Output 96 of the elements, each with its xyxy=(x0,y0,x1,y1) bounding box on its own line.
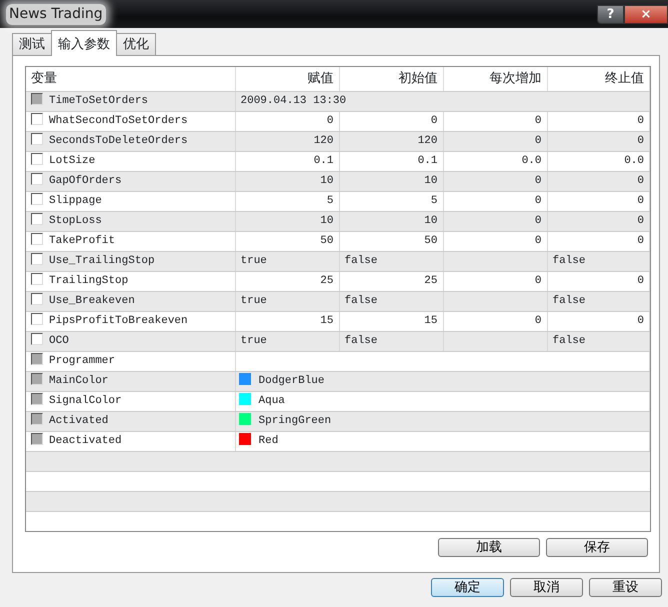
table-cell: 5 xyxy=(430,194,438,207)
table-cell: 0 xyxy=(534,314,542,327)
help-button[interactable]: ? xyxy=(597,4,624,24)
close-button[interactable]: × xyxy=(624,4,668,24)
table-cell: 25 xyxy=(320,274,334,287)
table-cell: 0 xyxy=(637,114,644,127)
table-cell: 0 xyxy=(534,194,542,207)
table-cell: 50 xyxy=(424,234,438,247)
checkbox[interactable] xyxy=(31,152,43,165)
table-cell: 120 xyxy=(314,134,334,147)
parameter-name: Slippage xyxy=(49,194,102,207)
parameter-name: LotSize xyxy=(49,154,96,167)
table-cell: 0 xyxy=(534,134,542,147)
table-cell: 0 xyxy=(637,214,644,227)
table-cell: 0 xyxy=(534,114,542,127)
checkbox[interactable] xyxy=(31,332,43,345)
column-header[interactable]: 初始值 xyxy=(398,71,438,86)
parameter-name: StopLoss xyxy=(49,214,102,227)
checkbox[interactable] xyxy=(31,212,43,225)
table-cell: 0 xyxy=(430,114,438,127)
table-cell: 5 xyxy=(326,194,334,207)
parameter-name: TakeProfit xyxy=(49,234,116,247)
table-cell: true xyxy=(240,254,267,267)
table-cell: 0 xyxy=(637,134,644,147)
parameter-name: Use_Breakeven xyxy=(49,294,135,307)
table-cell: Red xyxy=(258,434,278,447)
column-header[interactable]: 赋值 xyxy=(308,71,334,86)
checkbox[interactable] xyxy=(31,292,43,305)
table-cell: false xyxy=(344,334,378,347)
table-cell: 15 xyxy=(424,314,438,327)
parameter-name: TimeToSetOrders xyxy=(49,94,148,107)
table-cell: 10 xyxy=(424,174,438,187)
table-cell: 25 xyxy=(424,274,438,287)
table-cell: DodgerBlue xyxy=(258,374,325,387)
parameter-name: Use_TrailingStop xyxy=(49,254,155,267)
parameter-name: Deactivated xyxy=(49,434,122,447)
table-cell: 0 xyxy=(534,214,542,227)
parameter-name: SecondsToDeleteOrders xyxy=(49,134,188,147)
table-cell: 0.0 xyxy=(522,154,542,167)
table-cell: true xyxy=(240,334,267,347)
save-button[interactable]: 保存 xyxy=(546,538,648,557)
cancel-button[interactable]: 取消 xyxy=(510,578,583,597)
parameter-name: Programmer xyxy=(49,354,116,367)
table-cell: SpringGreen xyxy=(258,414,332,427)
table-cell: Aqua xyxy=(258,394,285,407)
checkbox[interactable] xyxy=(31,252,43,265)
parameter-name: MainColor xyxy=(49,374,108,387)
reset-button[interactable]: 重设 xyxy=(589,578,662,597)
ok-button[interactable]: 确定 xyxy=(431,578,504,597)
checkbox[interactable] xyxy=(31,232,43,245)
parameter-name: SignalColor xyxy=(49,394,122,407)
checkbox[interactable] xyxy=(31,132,43,145)
checkbox[interactable] xyxy=(31,172,43,185)
table-cell: 0.1 xyxy=(314,154,334,167)
tab[interactable]: 测试 xyxy=(12,32,52,55)
parameter-name: Activated xyxy=(49,414,108,427)
table-cell: 0 xyxy=(534,234,542,247)
parameter-name: OCO xyxy=(49,334,69,347)
parameter-name: PipsProfitToBreakeven xyxy=(49,314,188,327)
tab[interactable]: 输入参数 xyxy=(51,30,117,56)
table-cell: 0 xyxy=(637,314,644,327)
table-cell: 0 xyxy=(637,194,644,207)
table-cell: 0.1 xyxy=(418,154,438,167)
table-cell: false xyxy=(344,254,378,267)
parameter-name: GapOfOrders xyxy=(49,174,122,187)
table-cell: 2009.04.13 13:30 xyxy=(240,94,346,107)
table-cell: false xyxy=(552,334,586,347)
table-cell: false xyxy=(344,294,378,307)
parameter-name: WhatSecondToSetOrders xyxy=(49,114,188,127)
checkbox[interactable] xyxy=(31,192,43,205)
checkbox[interactable] xyxy=(31,112,43,125)
table-cell: 0 xyxy=(534,274,542,287)
parameter-name: TrailingStop xyxy=(49,274,128,287)
table-cell: false xyxy=(552,294,586,307)
table-cell: 120 xyxy=(418,134,438,147)
table-cell: 10 xyxy=(320,174,334,187)
table-cell: 10 xyxy=(424,214,438,227)
table-cell: 0 xyxy=(637,234,644,247)
column-header[interactable]: 终止值 xyxy=(605,71,644,86)
table-cell: true xyxy=(240,294,267,307)
column-header[interactable]: 每次增加 xyxy=(490,71,542,86)
table-cell: 0 xyxy=(637,274,644,287)
load-button[interactable]: 加载 xyxy=(438,538,540,557)
table-cell: 15 xyxy=(320,314,334,327)
table-cell: 50 xyxy=(320,234,334,247)
table-cell: 0 xyxy=(326,114,334,127)
checkbox[interactable] xyxy=(31,272,43,285)
table-cell: 10 xyxy=(320,214,334,227)
table-cell: 0.0 xyxy=(624,154,644,167)
checkbox[interactable] xyxy=(31,312,43,325)
column-header[interactable]: 变量 xyxy=(31,71,57,86)
table-cell: 0 xyxy=(534,174,542,187)
table-cell: false xyxy=(552,254,586,267)
table-cell: 0 xyxy=(637,174,644,187)
tab[interactable]: 优化 xyxy=(116,32,156,55)
window-title: News Trading xyxy=(6,4,106,24)
